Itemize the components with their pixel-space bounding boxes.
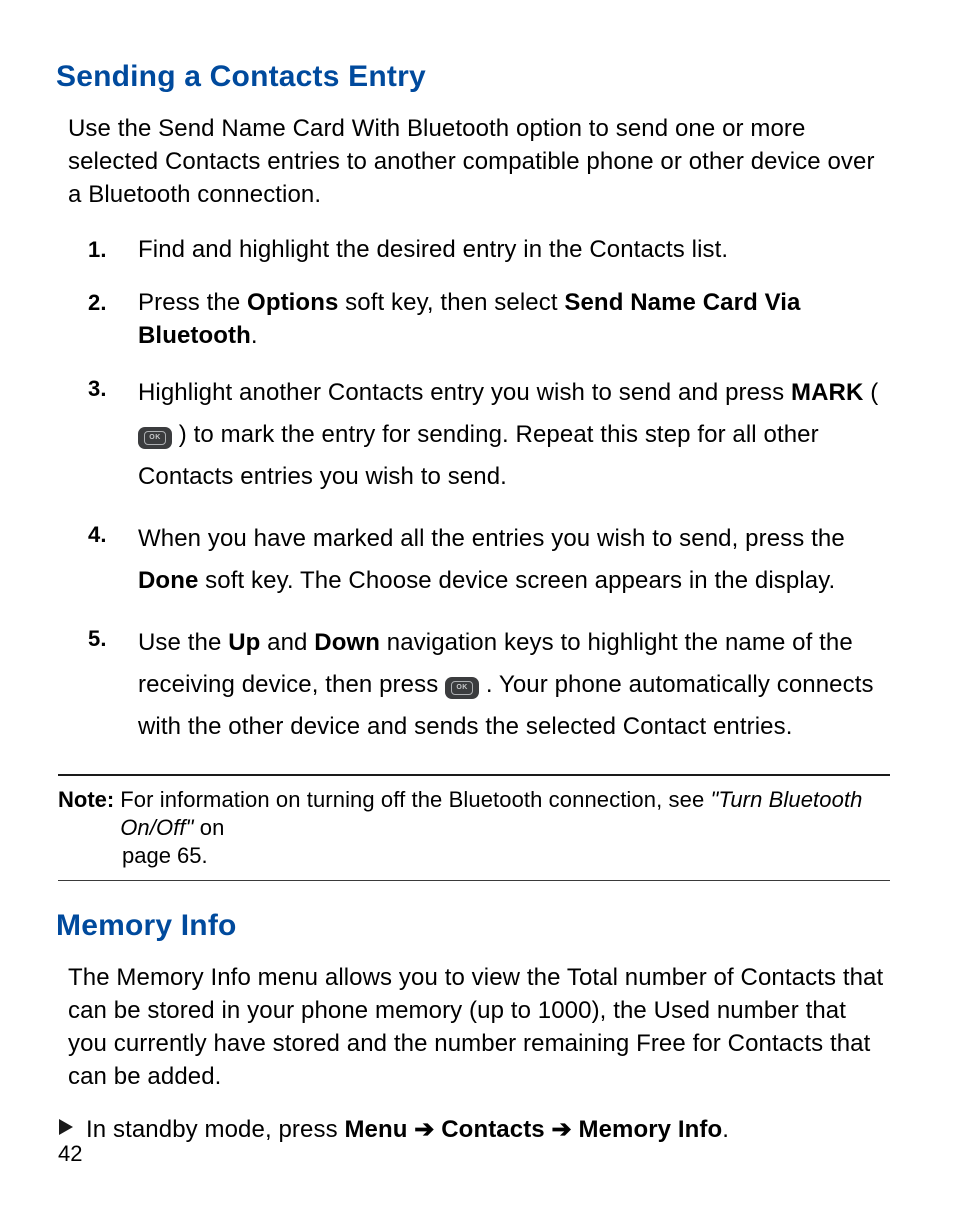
section-heading-sending: Sending a Contacts Entry bbox=[56, 60, 894, 94]
step-text-run: ( bbox=[863, 379, 878, 406]
note-label: Note: bbox=[58, 786, 114, 842]
step-text: Use the Up and Down navigation keys to h… bbox=[138, 622, 890, 748]
breadcrumb-arrow-2: ➔ bbox=[545, 1116, 579, 1143]
triangle-bullet-icon bbox=[58, 1118, 74, 1141]
note-tail: on bbox=[194, 815, 225, 840]
step-item: 1.Find and highlight the desired entry i… bbox=[88, 233, 890, 266]
step-text-run: . bbox=[251, 322, 258, 349]
bullet-instruction: In standby mode, press Menu ➔ Contacts ➔… bbox=[58, 1113, 894, 1146]
ui-label-bold: Down bbox=[314, 629, 380, 656]
step-number: 2. bbox=[88, 286, 138, 352]
intro-paragraph-2: The Memory Info menu allows you to view … bbox=[68, 961, 890, 1093]
page-number: 42 bbox=[58, 1141, 82, 1167]
note-divider-bottom bbox=[58, 880, 890, 881]
bullet-dot: . bbox=[722, 1116, 729, 1143]
ui-label-bold: Done bbox=[138, 567, 198, 594]
step-number: 4. bbox=[88, 518, 138, 602]
note-text-line2: page 65. bbox=[122, 842, 894, 870]
step-item: 2.Press the Options soft key, then selec… bbox=[88, 286, 890, 352]
contacts-label: Contacts bbox=[441, 1116, 544, 1143]
step-item: 3.Highlight another Contacts entry you w… bbox=[88, 372, 890, 498]
step-text-run: ) to mark the entry for sending. Repeat … bbox=[138, 421, 819, 490]
step-number: 3. bbox=[88, 372, 138, 498]
note-body: For information on turning off the Bluet… bbox=[120, 786, 890, 842]
ui-label-bold: MARK bbox=[791, 379, 863, 406]
step-text-run: Highlight another Contacts entry you wis… bbox=[138, 379, 791, 406]
step-text: Highlight another Contacts entry you wis… bbox=[138, 372, 890, 498]
step-text-run: Use the bbox=[138, 629, 228, 656]
bullet-pre: In standby mode, press bbox=[86, 1116, 344, 1143]
step-text-run: and bbox=[260, 629, 314, 656]
menu-label: Menu bbox=[344, 1116, 407, 1143]
note-block: Note: For information on turning off the… bbox=[58, 786, 890, 842]
step-text: When you have marked all the entries you… bbox=[138, 518, 890, 602]
step-number: 1. bbox=[88, 233, 138, 266]
bullet-text: In standby mode, press Menu ➔ Contacts ➔… bbox=[86, 1113, 729, 1146]
ok-button-icon: OK bbox=[445, 677, 479, 699]
section-heading-memory: Memory Info bbox=[56, 909, 894, 943]
step-text-run: Press the bbox=[138, 289, 247, 316]
ui-label-bold: Up bbox=[228, 629, 260, 656]
note-text-1: For information on turning off the Bluet… bbox=[120, 787, 710, 812]
ordered-steps-list: 1.Find and highlight the desired entry i… bbox=[58, 233, 894, 748]
step-item: 4.When you have marked all the entries y… bbox=[88, 518, 890, 602]
step-text: Find and highlight the desired entry in … bbox=[138, 233, 890, 266]
ok-button-icon: OK bbox=[138, 427, 172, 449]
note-divider-top bbox=[58, 774, 890, 776]
step-text-run: soft key. The Choose device screen appea… bbox=[198, 567, 835, 594]
intro-paragraph-1: Use the Send Name Card With Bluetooth op… bbox=[68, 112, 890, 211]
step-text-run: When you have marked all the entries you… bbox=[138, 525, 845, 552]
breadcrumb-arrow-1: ➔ bbox=[408, 1116, 442, 1143]
step-text-run: Find and highlight the desired entry in … bbox=[138, 236, 728, 263]
step-number: 5. bbox=[88, 622, 138, 748]
step-text: Press the Options soft key, then select … bbox=[138, 286, 890, 352]
memory-info-label: Memory Info bbox=[578, 1116, 722, 1143]
step-text-run: soft key, then select bbox=[338, 289, 564, 316]
step-item: 5.Use the Up and Down navigation keys to… bbox=[88, 622, 890, 748]
ui-label-bold: Options bbox=[247, 289, 338, 316]
